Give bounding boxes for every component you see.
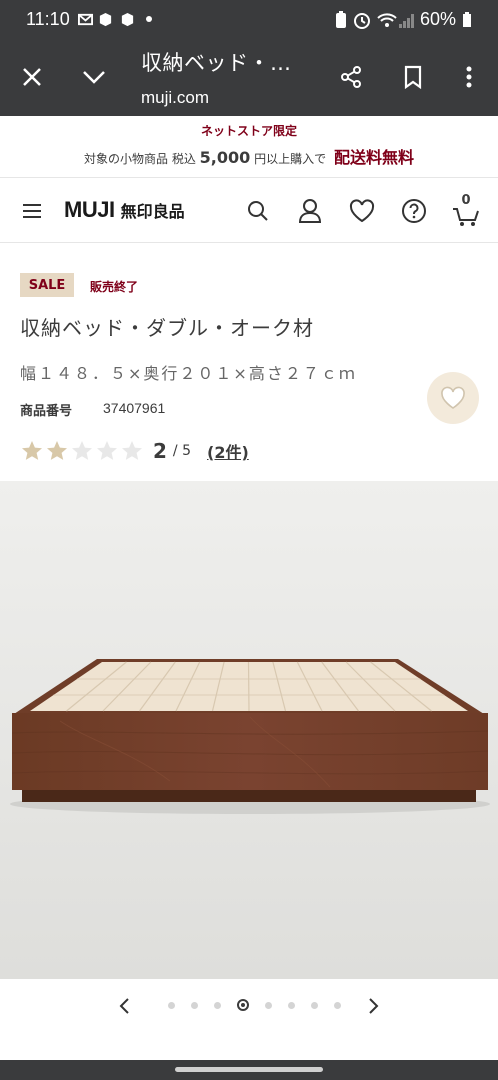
promo-text: 対象の小物商品 税込 5,000 円以上購入で 配送料無料 xyxy=(0,144,498,168)
help-icon xyxy=(402,199,426,223)
site-header: MUJI 無印良品 0 xyxy=(0,179,498,243)
status-bar: 11:10 60% xyxy=(0,0,498,40)
system-nav-bar xyxy=(0,1060,498,1080)
carousel-prev-button[interactable] xyxy=(110,992,138,1020)
product-rating: 2 / 5 (2件) xyxy=(20,436,249,466)
wifi-icon xyxy=(377,13,397,27)
close-icon xyxy=(23,68,41,86)
chevron-right-icon xyxy=(369,998,379,1014)
menu-button[interactable] xyxy=(16,195,48,227)
promo-suffix: 円以上購入で xyxy=(254,152,327,166)
carousel-dot[interactable] xyxy=(288,1001,295,1009)
sale-badge: SALE xyxy=(20,273,74,297)
mail-icon xyxy=(78,13,93,26)
storage-bed-photo xyxy=(0,481,498,979)
battery-icon xyxy=(463,12,471,27)
heart-icon xyxy=(441,386,465,409)
chevron-down-icon xyxy=(83,71,105,84)
carousel-dot[interactable] xyxy=(214,1001,221,1009)
reviews-link[interactable]: (2件) xyxy=(207,439,249,463)
site-logo[interactable]: MUJI 無印良品 xyxy=(64,197,185,223)
rating-max: / 5 xyxy=(172,443,191,459)
account-button[interactable] xyxy=(294,195,326,227)
cart-button[interactable]: 0 xyxy=(450,193,482,227)
sold-out-label: 販売終了 xyxy=(90,280,139,294)
star-empty-icon xyxy=(122,441,142,460)
browser-top: 11:10 60% 収納ベッド・… muji.com xyxy=(0,0,498,116)
tab-url[interactable]: muji.com xyxy=(141,88,209,108)
promo-banner[interactable]: ネットストア限定 対象の小物商品 税込 5,000 円以上購入で 配送料無料 xyxy=(0,116,498,178)
carousel-dot[interactable] xyxy=(265,1001,272,1009)
product-code-label: 商品番号 xyxy=(20,404,73,419)
product-code: 37407961 xyxy=(103,400,166,416)
more-options-button[interactable] xyxy=(449,57,489,97)
star-empty-icon xyxy=(72,441,92,460)
custom-tab-toolbar: 収納ベッド・… muji.com xyxy=(0,40,498,116)
carousel-dot[interactable] xyxy=(334,1001,341,1009)
promo-prefix: 対象の小物商品 税込 xyxy=(84,152,196,166)
home-gesture-handle[interactable] xyxy=(175,1067,323,1072)
logo-en: MUJI xyxy=(64,197,115,222)
carousel-dot[interactable] xyxy=(168,1001,175,1009)
more-vert-icon xyxy=(466,66,472,88)
alarm-icon xyxy=(354,13,370,29)
battery-percent: 60% xyxy=(420,9,457,29)
rating-stars xyxy=(20,439,145,463)
rating-score: 2 xyxy=(153,439,167,463)
user-icon xyxy=(298,199,322,223)
share-icon xyxy=(341,66,361,88)
add-favorite-button[interactable] xyxy=(427,372,479,424)
tab-title: 収納ベッド・… xyxy=(141,51,292,75)
cart-count: 0 xyxy=(461,193,471,208)
status-time: 11:10 xyxy=(26,9,70,29)
star-filled-icon xyxy=(22,441,42,460)
carousel-dot[interactable] xyxy=(311,1001,318,1009)
app-notification-icon xyxy=(121,12,134,27)
menu-icon xyxy=(23,204,41,218)
bookmark-icon xyxy=(404,65,422,89)
more-notifications-dot xyxy=(146,16,152,22)
close-tab-button[interactable] xyxy=(12,57,52,97)
image-carousel-controls xyxy=(0,980,498,1032)
chevron-left-icon xyxy=(119,998,129,1014)
favorites-button[interactable] xyxy=(346,195,378,227)
promo-headline: ネットストア限定 xyxy=(200,124,297,138)
heart-icon xyxy=(349,199,375,223)
carousel-dot-active[interactable] xyxy=(237,999,249,1011)
carousel-dot[interactable] xyxy=(191,1001,198,1009)
help-button[interactable] xyxy=(398,195,430,227)
product-size: 幅１４８．５×奥行２０１×高さ２７ｃｍ xyxy=(20,364,357,383)
product-image[interactable] xyxy=(0,481,498,979)
promo-amount: 5,000 xyxy=(199,148,251,167)
signal-icon xyxy=(399,14,414,28)
product-name: 収納ベッド・ダブル・オーク材 xyxy=(20,316,314,340)
minimize-tab-button[interactable] xyxy=(74,57,114,97)
battery-saver-icon xyxy=(336,11,346,28)
bookmark-button[interactable] xyxy=(393,57,433,97)
star-empty-icon xyxy=(97,441,117,460)
app-notification-icon xyxy=(99,12,112,27)
cart-icon xyxy=(453,208,479,226)
carousel-dots xyxy=(160,999,349,1011)
search-button[interactable] xyxy=(242,195,274,227)
carousel-next-button[interactable] xyxy=(360,992,388,1020)
logo-jp: 無印良品 xyxy=(120,202,185,221)
search-icon xyxy=(248,201,268,221)
promo-highlight: 配送料無料 xyxy=(333,148,414,167)
star-filled-icon xyxy=(47,441,67,460)
share-button[interactable] xyxy=(331,57,371,97)
